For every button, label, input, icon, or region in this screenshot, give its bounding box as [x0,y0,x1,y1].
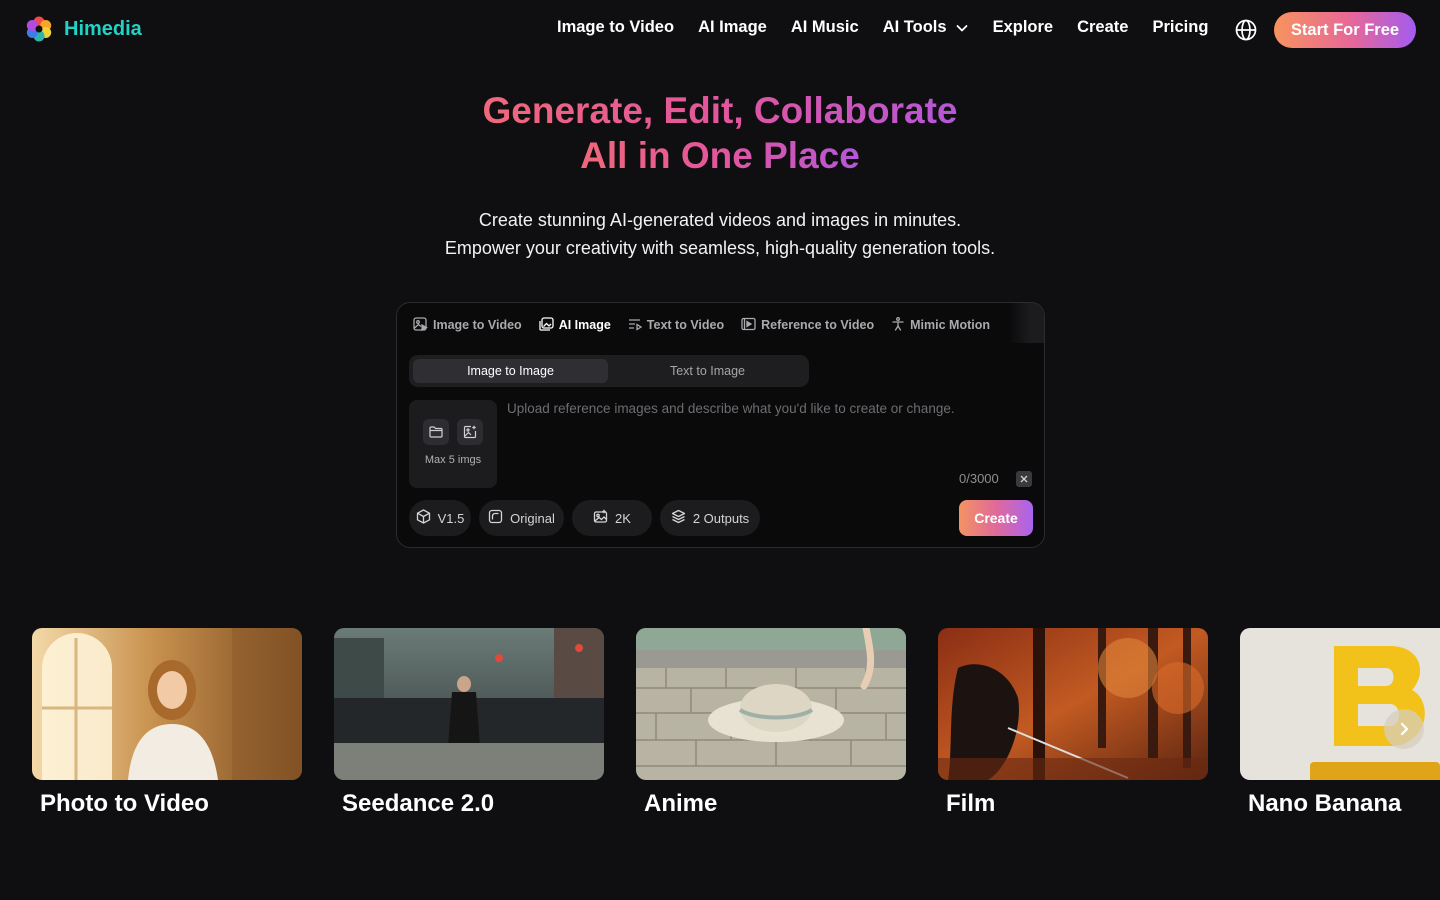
person-motion-icon [891,316,910,334]
model-version-select[interactable]: V1.5 [409,500,471,536]
main-nav: Image to Video AI Image AI Music AI Tool… [545,18,1220,37]
tabs-scroll-fade [1009,303,1044,343]
nav-ai-image[interactable]: AI Image [698,18,767,37]
tab-reference-to-video[interactable]: Reference to Video [741,317,874,334]
resolution-label: 2K [615,510,631,526]
tab-label: AI Image [558,318,611,332]
add-image-icon[interactable] [457,419,483,445]
outputs-select[interactable]: 2 Outputs [660,500,760,536]
clear-prompt-icon[interactable] [1016,471,1032,487]
outputs-label: 2 Outputs [692,510,750,526]
mode-text-to-image[interactable]: Text to Image [610,359,805,383]
card-image-crowd [334,628,604,780]
nav-create[interactable]: Create [1077,18,1128,37]
mode-switch: Image to Image Text to Image [409,355,809,387]
model-version-label: V1.5 [437,510,465,526]
cube-icon [416,509,438,527]
text-video-icon [628,317,647,334]
card-title: Nano Banana [1248,790,1402,817]
generator-tabs: Image to Video AI Image Text to Video Re… [413,315,1007,335]
card-title: Film [946,790,996,817]
ratio-icon [488,509,510,527]
create-button[interactable]: Create [959,500,1033,536]
card-title: Anime [644,790,718,817]
generator-panel: Image to Video AI Image Text to Video Re… [396,302,1045,548]
start-for-free-button[interactable]: Start For Free [1274,12,1416,48]
hero-subtitle-line1: Create stunning AI-generated videos and … [478,210,962,230]
tab-ai-image[interactable]: AI Image [539,316,611,334]
flower-logo-icon [24,14,54,44]
layers-icon [671,509,693,527]
resolution-icon [593,509,615,527]
tab-label: Mimic Motion [910,318,990,332]
tab-text-to-video[interactable]: Text to Video [628,317,724,334]
hero-subtitle-line2: Empower your creativity with seamless, h… [444,238,996,258]
upload-limit-label: Max 5 imgs [424,454,482,466]
chevron-down-icon [955,21,969,35]
tab-label: Text to Video [646,318,725,332]
ai-image-icon [539,316,559,334]
card-title: Seedance 2.0 [342,790,495,817]
globe-icon[interactable] [1234,18,1258,42]
card-image-bride [32,628,302,780]
top-navbar: Himedia Image to Video AI Image AI Music… [0,0,1440,60]
brand-name: Himedia [64,17,142,40]
nav-image-to-video[interactable]: Image to Video [557,18,674,37]
prompt-input[interactable] [507,401,1027,471]
nav-explore[interactable]: Explore [993,18,1054,37]
card-photo-to-video[interactable]: Photo to Video [32,628,302,818]
tab-image-to-video[interactable]: Image to Video [413,316,522,334]
reference-video-icon [741,317,761,334]
card-image-banana [1240,628,1440,780]
image-upload-box[interactable]: Max 5 imgs [409,400,497,488]
card-seedance[interactable]: Seedance 2.0 [334,628,604,818]
nav-pricing[interactable]: Pricing [1152,18,1208,37]
nav-ai-tools-label: AI Tools [882,18,947,36]
tab-mimic-motion[interactable]: Mimic Motion [891,316,990,334]
hero-title: Generate, Edit, Collaborate All in One P… [0,88,1440,178]
card-anime[interactable]: Anime [636,628,906,818]
nav-ai-tools[interactable]: AI Tools [883,18,969,37]
mode-image-to-image[interactable]: Image to Image [413,359,608,383]
brand-link[interactable]: Himedia [24,14,142,44]
nav-ai-music[interactable]: AI Music [791,18,859,37]
tab-label: Reference to Video [761,318,875,332]
hero-title-line2: All in One Place [580,135,860,176]
card-title: Photo to Video [40,790,209,817]
aspect-ratio-select[interactable]: Original [479,500,564,536]
carousel-next-button[interactable] [1384,709,1424,749]
card-image-forest [938,628,1208,780]
chevron-right-icon [1400,722,1409,736]
resolution-select[interactable]: 2K [572,500,652,536]
hero-subtitle: Create stunning AI-generated videos and … [0,206,1440,262]
folder-icon[interactable] [423,419,449,445]
tab-label: Image to Video [433,318,522,332]
aspect-ratio-label: Original [510,510,555,526]
image-video-icon [413,316,433,334]
character-counter: 0/3000 [959,471,999,486]
hero-title-line1: Generate, Edit, Collaborate [482,90,958,131]
card-image-hat [636,628,906,780]
card-film[interactable]: Film [938,628,1208,818]
